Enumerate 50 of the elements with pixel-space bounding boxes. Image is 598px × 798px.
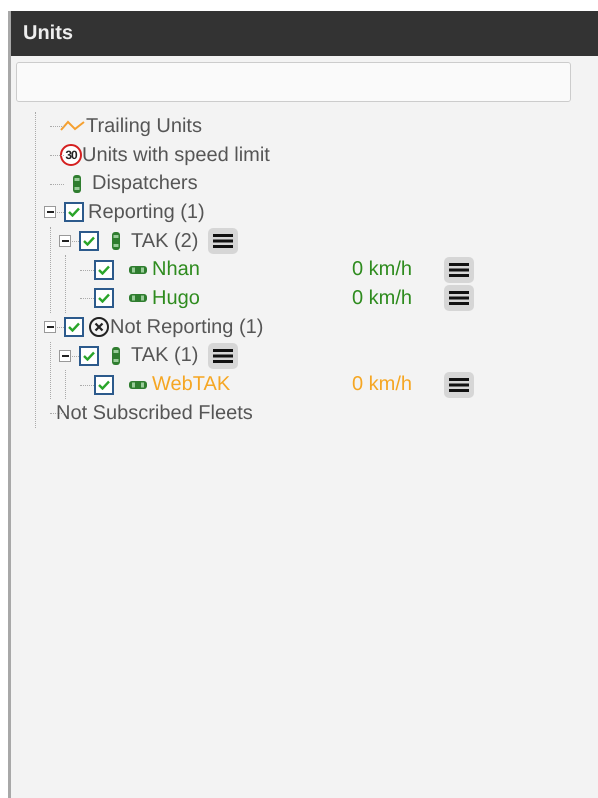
checkbox[interactable]: [79, 346, 99, 366]
menu-icon: [449, 262, 469, 277]
car-icon: [111, 231, 121, 252]
item-label[interactable]: Not Subscribed Fleets: [56, 402, 474, 425]
checkbox[interactable]: [79, 231, 99, 252]
car-icon: [111, 346, 121, 366]
check-icon: [83, 236, 95, 246]
menu-icon: [449, 291, 469, 306]
collapse-toggle[interactable]: [59, 235, 71, 248]
menu-button[interactable]: [444, 372, 474, 398]
menu-icon: [449, 378, 469, 392]
item-label[interactable]: Trailing Units: [86, 114, 474, 138]
collapse-toggle[interactable]: [44, 206, 56, 218]
menu-icon: [213, 348, 234, 363]
car-icon: [128, 293, 148, 304]
unit-name[interactable]: Nhan: [152, 258, 352, 282]
check-icon: [98, 293, 110, 304]
speed-reading: 0 km/h: [352, 258, 414, 282]
fleet-label[interactable]: TAK (1): [131, 344, 198, 368]
checkbox[interactable]: [64, 317, 84, 338]
checkbox[interactable]: [94, 288, 114, 308]
checkbox[interactable]: [94, 260, 114, 280]
collapse-toggle[interactable]: [59, 350, 71, 362]
speed-reading: 0 km/h: [352, 373, 414, 396]
speed-limit-sign: 30: [60, 144, 82, 166]
check-icon: [83, 350, 95, 361]
check-icon: [98, 380, 110, 390]
menu-button[interactable]: [208, 342, 238, 369]
car-icon: [72, 174, 82, 194]
menu-button[interactable]: [444, 256, 474, 283]
car-icon: [128, 264, 148, 275]
item-label[interactable]: Units with speed limit: [82, 144, 474, 167]
check-icon: [98, 264, 110, 275]
group-label[interactable]: Not Reporting (1): [110, 316, 474, 339]
speed-reading: 0 km/h: [352, 286, 414, 310]
check-icon: [68, 207, 80, 218]
group-label[interactable]: Reporting (1): [88, 200, 474, 224]
fleet-label[interactable]: TAK (2): [131, 230, 198, 253]
menu-button[interactable]: [444, 285, 474, 312]
search-field[interactable]: [16, 62, 571, 102]
item-label[interactable]: Dispatchers: [92, 172, 474, 196]
unit-name[interactable]: Hugo: [152, 286, 352, 310]
menu-icon: [213, 234, 234, 248]
check-icon: [68, 322, 80, 332]
panel-title: Units: [11, 11, 598, 56]
collapse-toggle[interactable]: [44, 321, 56, 334]
menu-button[interactable]: [208, 228, 238, 254]
checkbox[interactable]: [94, 374, 114, 395]
checkbox[interactable]: [64, 202, 84, 222]
car-icon: [128, 380, 148, 390]
